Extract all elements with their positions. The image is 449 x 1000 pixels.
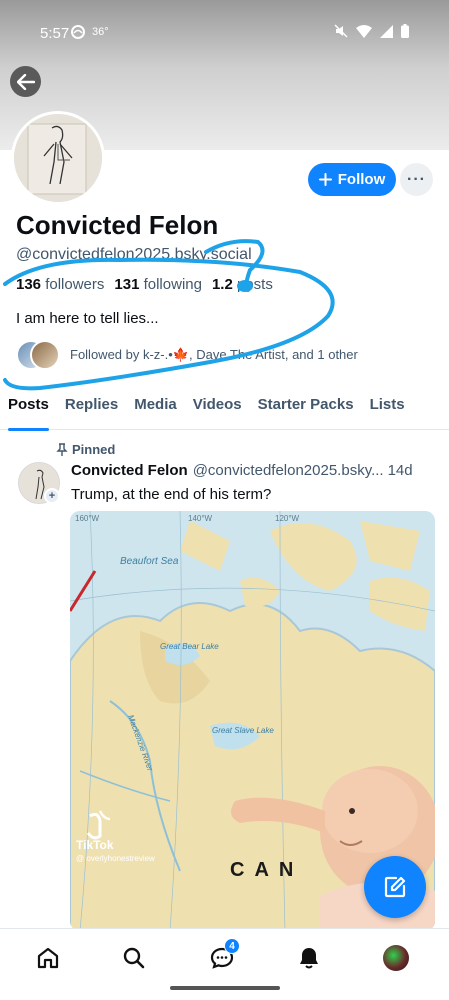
status-temperature: 36° [92, 26, 109, 38]
nav-home[interactable] [26, 941, 70, 975]
longitude-label: 120°W [275, 514, 300, 523]
pinned-indicator: Pinned [56, 442, 115, 457]
pinned-label: Pinned [72, 442, 116, 457]
tab-media[interactable]: Media [126, 388, 185, 430]
followers-stat[interactable]: 136 followers [16, 276, 104, 293]
bell-icon [300, 948, 318, 969]
signal-icon [380, 24, 393, 38]
pencil-square-icon [384, 876, 406, 898]
battery-icon [401, 24, 409, 38]
nav-profile[interactable] [374, 941, 418, 975]
tiktok-brand: TikTok [76, 838, 114, 852]
search-icon [123, 947, 145, 969]
profile-bio: I am here to tell lies... [16, 310, 159, 327]
tab-replies[interactable]: Replies [57, 388, 126, 430]
map-label-beaufort: Beaufort Sea [120, 556, 179, 567]
post-author[interactable]: Convicted Felon [71, 462, 188, 479]
posts-stat: 1.2 posts [211, 276, 273, 293]
back-button[interactable] [10, 66, 41, 97]
pin-icon [56, 443, 68, 456]
ellipsis-icon: ··· [407, 170, 426, 188]
follow-button[interactable]: Follow [308, 163, 396, 196]
profile-avatar[interactable] [11, 111, 105, 205]
longitude-label: 160°W [75, 514, 100, 523]
post-handle[interactable]: @convictedfelon2025.bsky... [193, 462, 384, 479]
profile-handle: @convictedfelon2025.bsky.social [16, 246, 252, 263]
compose-button[interactable] [364, 856, 426, 918]
followed-by-text: Followed by k-z-.•🍁, Dave The Artist, an… [70, 347, 358, 362]
following-stat[interactable]: 131 following [114, 276, 202, 293]
tab-starter-packs[interactable]: Starter Packs [250, 388, 362, 430]
display-name: Convicted Felon [16, 210, 219, 240]
profile-tabs: Posts Replies Media Videos Starter Packs… [0, 388, 449, 431]
nav-search[interactable] [112, 941, 156, 975]
follower-avatar [30, 340, 60, 370]
tab-posts[interactable]: Posts [0, 388, 57, 431]
post-text: Trump, at the end of his term? [71, 486, 272, 503]
follow-plus-icon[interactable]: + [44, 488, 60, 504]
weather-icon [71, 25, 85, 39]
home-icon [37, 947, 59, 969]
profile-stats: 136 followers 131 following 1.2 posts [16, 276, 273, 293]
longitude-label: 140°W [188, 514, 213, 523]
profile-avatar [383, 945, 409, 971]
post-timestamp[interactable]: 14d [388, 462, 413, 479]
followed-by[interactable]: Followed by k-z-.•🍁, Dave The Artist, an… [16, 340, 358, 370]
more-options-button[interactable]: ··· [400, 163, 433, 196]
map-label-great-bear: Great Bear Lake [160, 642, 219, 651]
mute-icon [334, 24, 348, 38]
chat-badge: 4 [224, 938, 240, 954]
map-label-country: CAN [230, 859, 303, 881]
follow-label: Follow [337, 171, 386, 188]
map-label-great-slave: Great Slave Lake [212, 726, 274, 735]
arrow-left-icon [16, 73, 35, 90]
status-time: 5:57 [40, 25, 70, 42]
tab-videos[interactable]: Videos [185, 388, 250, 430]
tab-lists[interactable]: Lists [362, 388, 413, 430]
status-bar: 5:57 36° [0, 0, 449, 64]
gesture-bar [170, 986, 280, 990]
post-header: Convicted Felon @convictedfelon2025.bsky… [71, 462, 437, 479]
plus-icon [318, 173, 332, 186]
tiktok-username: @ overlyhonestreview [76, 854, 155, 863]
nav-notifications[interactable] [287, 941, 331, 975]
wifi-icon [356, 24, 372, 38]
